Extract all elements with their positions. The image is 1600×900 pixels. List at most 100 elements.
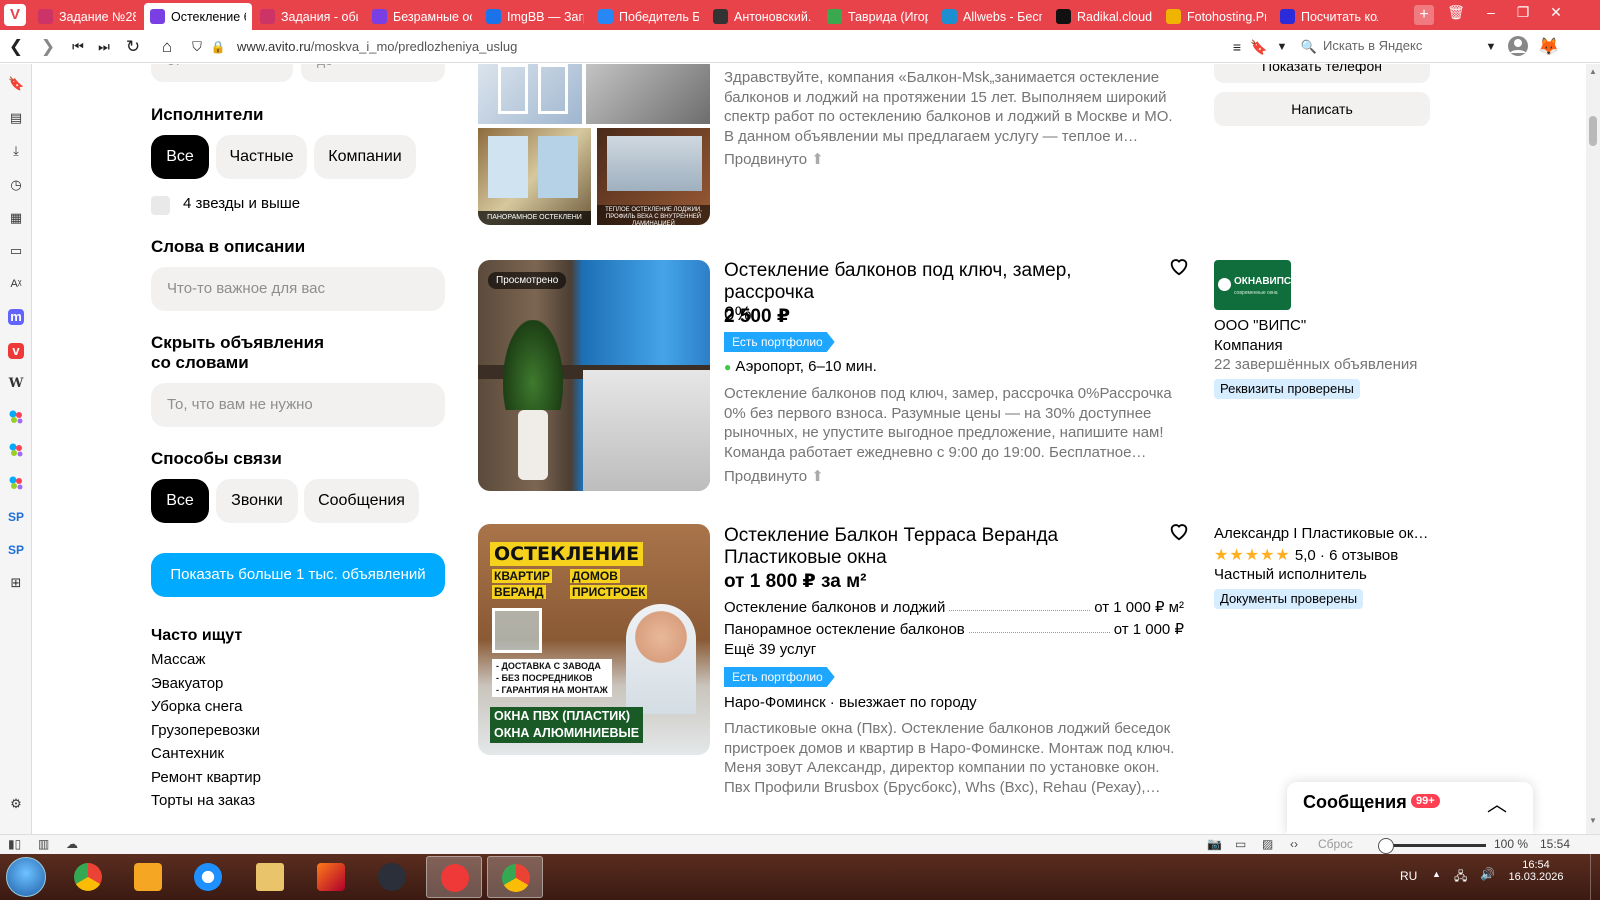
browser-tab[interactable]: Allwebs - Бесп (936, 3, 1048, 30)
seller-logo[interactable]: ОКНАВИПС современные окна (1214, 260, 1291, 310)
listing-3-image[interactable]: ОСТЕКЛЕНИЕ КВАРТИР ДОМОВ ВЕРАНД ПРИСТРОЕ… (478, 524, 710, 755)
add-panel-icon[interactable]: ⊞ (8, 575, 24, 591)
messages-widget[interactable]: Сообщения 99+ ︿ (1287, 782, 1533, 834)
often-link[interactable]: Сантехник (151, 745, 224, 762)
sp-panel-icon-2[interactable]: SP (8, 542, 24, 558)
rewind-icon[interactable]: ⏮ (66, 35, 90, 59)
often-link[interactable]: Ремонт квартир (151, 769, 261, 786)
show-phone-button[interactable]: Показать телефон (1214, 64, 1430, 83)
show-more-button[interactable]: Показать больше 1 тыс. объявлений (151, 553, 445, 597)
taskbar-media[interactable] (120, 856, 176, 898)
performers-private-button[interactable]: Частные (216, 135, 307, 179)
forward-icon[interactable]: ❯ (36, 35, 60, 59)
tray-clock[interactable]: 16:54 16.03.2026 (1506, 859, 1566, 883)
minimize-button[interactable]: – (1476, 4, 1506, 20)
four-stars-label[interactable]: 4 звезды и выше (183, 195, 300, 212)
cloud-sync-icon[interactable]: ☁ (66, 837, 78, 851)
downloads-icon[interactable]: ⤓ (8, 143, 24, 159)
contact-calls-button[interactable]: Звонки (216, 479, 298, 523)
contact-messages-button[interactable]: Сообщения (304, 479, 419, 523)
often-link[interactable]: Массаж (151, 651, 205, 668)
tray-expand-icon[interactable]: ▲ (1432, 869, 1441, 879)
page-scrollbar[interactable]: ▲ ▼ (1586, 64, 1600, 834)
zoom-slider-knob[interactable] (1378, 838, 1394, 854)
notes-icon[interactable]: ▦ (8, 210, 24, 226)
network-icon[interactable]: 🖧 (1454, 867, 1467, 888)
taskbar-app[interactable] (303, 856, 359, 898)
browser-tab[interactable]: Radikal.cloud (1050, 3, 1158, 30)
taskbar-chrome[interactable] (60, 856, 116, 898)
often-link[interactable]: Грузоперевозки (151, 722, 260, 739)
scroll-down-icon[interactable]: ▼ (1589, 816, 1597, 825)
listing-3-title[interactable]: Остекление Балкон Терраса Веранда Пласти… (724, 525, 1164, 569)
price-to-input[interactable]: до (301, 64, 445, 82)
browser-tab[interactable]: Остекление ба (144, 3, 252, 30)
panel-toggle-icon[interactable]: ▮▯ (8, 837, 21, 851)
scrollbar-thumb[interactable] (1589, 116, 1597, 146)
reader-icon[interactable]: ≡ (1225, 35, 1249, 59)
trash-icon[interactable]: 🗑 (1441, 4, 1471, 21)
dropdown-icon[interactable]: ▼ (1270, 35, 1294, 59)
browser-tab[interactable]: Победитель Б (592, 3, 705, 30)
browser-tab[interactable]: Безрамные ос (366, 3, 478, 30)
taskbar-ie[interactable] (180, 856, 236, 898)
bookmarks-panel-icon[interactable]: 🔖 (8, 76, 24, 92)
price-from-input[interactable]: от (151, 64, 293, 82)
show-desktop-button[interactable] (1590, 854, 1600, 900)
image-icon[interactable]: ▨ (1262, 837, 1273, 851)
maximize-button[interactable]: ❐ (1508, 4, 1538, 21)
new-tab-button[interactable]: + (1414, 5, 1434, 25)
volume-icon[interactable]: 🔊 (1480, 867, 1495, 881)
contact-all-button[interactable]: Все (151, 479, 209, 523)
vivaldi-social-icon[interactable]: v (8, 343, 24, 359)
wikipedia-icon[interactable]: W (8, 376, 24, 392)
seller-name[interactable]: Александр I Пластиковые ок… (1214, 525, 1428, 542)
seller-name[interactable]: ООО "ВИПС" (1214, 317, 1306, 334)
vivaldi-menu-icon[interactable]: V (4, 4, 26, 26)
promoted-link[interactable]: Продвинуто ⬆ (724, 467, 824, 485)
language-indicator[interactable]: RU (1400, 869, 1417, 883)
favorite-heart-icon[interactable] (1168, 255, 1190, 277)
mastodon-icon[interactable]: m (8, 309, 24, 325)
often-link[interactable]: Уборка снега (151, 698, 243, 715)
hide-words-input[interactable]: То, что вам не нужно (151, 383, 445, 427)
browser-tab[interactable]: Задание №28 (32, 3, 142, 30)
taskbar-explorer[interactable] (242, 856, 298, 898)
browser-tab[interactable]: Fotohosting.Pr (1160, 3, 1272, 30)
browser-tab[interactable]: Задания - общ (254, 3, 364, 30)
home-icon[interactable]: ⌂ (155, 35, 179, 59)
taskbar-hp[interactable] (364, 856, 420, 898)
reload-icon[interactable]: ↻ (121, 35, 145, 59)
close-window-button[interactable]: ✕ (1541, 4, 1571, 21)
taskbar-chrome-2[interactable] (487, 856, 543, 898)
performers-companies-button[interactable]: Компании (314, 135, 416, 179)
window-panel-icon[interactable]: ▭ (8, 243, 24, 259)
portfolio-badge[interactable]: Есть портфолио (724, 667, 835, 687)
tile-icon[interactable]: ▥ (38, 837, 49, 851)
avito-panel-icon-2[interactable] (8, 442, 24, 458)
scroll-up-icon[interactable]: ▲ (1589, 67, 1597, 76)
browser-tab[interactable]: Антоновский. (707, 3, 819, 30)
history-icon[interactable]: ◷ (8, 177, 24, 193)
settings-icon[interactable]: ⚙ (8, 796, 24, 812)
reviews-link[interactable]: · 6 отзывов (1320, 547, 1398, 564)
promoted-link[interactable]: Продвинуто ⬆ (724, 150, 824, 168)
bookmark-icon[interactable]: 🔖 (1247, 35, 1271, 59)
fast-forward-icon[interactable]: ⏭ (92, 35, 116, 59)
zoom-slider-track[interactable] (1386, 844, 1486, 847)
more-services-link[interactable]: Ещё 39 услуг (724, 641, 816, 658)
window-icon[interactable]: ▭ (1235, 837, 1246, 851)
code-icon[interactable]: ‹› (1290, 837, 1298, 851)
zoom-reset-button[interactable]: Сброс (1318, 837, 1353, 851)
camera-icon[interactable]: 📷 (1207, 837, 1222, 851)
url-field[interactable]: www.avito.ru/moskva_i_mo/predlozheniya_u… (237, 39, 517, 54)
avito-panel-icon-3[interactable] (8, 475, 24, 491)
start-button[interactable] (6, 857, 46, 897)
favorite-heart-icon[interactable] (1168, 520, 1190, 542)
taskbar-vivaldi[interactable] (426, 856, 482, 898)
translate-icon[interactable]: Aᵡ (8, 276, 24, 292)
browser-tab[interactable]: ImgBB — Загр (480, 3, 590, 30)
listing-1-gallery[interactable]: ПАНОРАМНОЕ ОСТЕКЛЕНИ ТЕПЛОЕ ОСТЕКЛЕНИЕ Л… (478, 64, 710, 225)
listing-2-image[interactable]: Просмотрено (478, 260, 710, 491)
performers-all-button[interactable]: Все (151, 135, 209, 179)
